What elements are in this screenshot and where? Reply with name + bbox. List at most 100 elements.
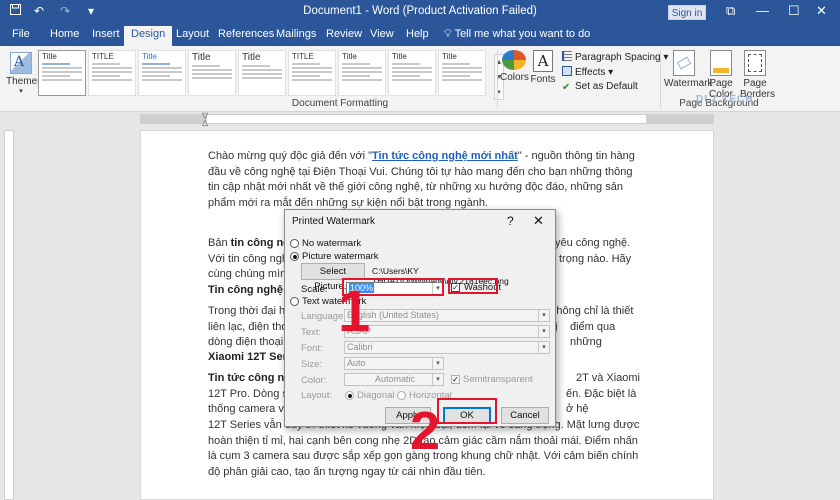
fonts-icon: A [533,50,553,72]
chevron-down-icon: ▾ [538,342,549,353]
ribbon-tabs: File Home Insert Design Layout Reference… [0,24,840,46]
close-icon[interactable]: ✕ [816,3,827,19]
picture-watermark-radio[interactable] [290,252,299,261]
cancel-button[interactable]: Cancel [501,407,549,424]
set-as-default-button[interactable]: ✔ Set as Default [562,81,638,93]
tab-home[interactable]: Home [50,28,79,40]
watermark-button[interactable]: Watermark [664,50,713,89]
indent-marker-icon[interactable]: ▽ △ [202,112,210,127]
text-select[interactable]: ASAP ▾ [344,325,550,338]
style-set-item[interactable]: Title [38,50,86,96]
vertical-ruler[interactable] [4,130,14,500]
style-set-title: Title [342,52,357,61]
chevron-down-icon: ▾ [432,358,443,369]
style-set-item[interactable]: TITLE [88,50,136,96]
sign-in-button[interactable]: Sign in [668,5,706,20]
title-bar: ↶ ↷ ▾ Document1 - Word (Product Activati… [0,0,840,24]
minimize-icon[interactable]: — [756,3,769,18]
style-set-title: Title [242,52,261,63]
paragraph-intro: Chào mừng quý độc giả đến với "Tin tức c… [208,150,635,209]
style-set-gallery: Title TITLE Title Title Title TITLE Titl… [38,50,504,100]
style-set-title: Title [192,52,211,63]
chevron-down-icon: ▾ [538,310,549,321]
step-1-label: 1 [338,279,371,344]
style-set-title: Title [42,52,57,61]
close-icon[interactable]: ✕ [533,213,544,229]
semitransparent-checkbox[interactable]: ✓ [451,375,460,384]
style-set-title: TITLE [292,52,314,61]
horizontal-radio[interactable] [397,391,406,400]
horizontal-ruler[interactable]: ▽ △ [0,112,840,127]
style-set-title: Title [392,52,407,61]
style-set-item[interactable]: Title [138,50,186,96]
hyperlink[interactable]: Tin tức công nghệ mới nhất [372,150,518,162]
no-watermark-radio[interactable] [290,239,299,248]
font-label: Font: [301,343,323,354]
tab-design[interactable]: Design [124,26,173,46]
semitransparent-label: Semitransparent [463,374,533,385]
maximize-icon[interactable]: ☐ [788,3,800,19]
page-borders-button[interactable]: Page Borders [740,50,775,100]
tell-me-search[interactable]: 💡︎ Tell me what you want to do [444,28,590,41]
tab-layout[interactable]: Layout [176,28,209,40]
themes-icon [10,52,32,74]
size-select[interactable]: Auto ▾ [344,357,444,370]
tab-file[interactable]: File [12,28,30,40]
style-set-item[interactable]: Title [338,50,386,96]
no-watermark-label: No watermark [302,238,362,249]
printed-watermark-dialog: Printed Watermark ? ✕ No watermark Pictu… [284,209,556,427]
text-watermark-radio[interactable] [290,297,299,306]
tab-references[interactable]: References [218,28,274,40]
scale-label: Scale: [301,284,328,295]
ribbon-design: Themes ▾ Title TITLE Title Title Title T… [0,46,840,112]
ribbon-display-options-icon[interactable]: ⧉ [726,3,735,19]
fonts-label: Fonts [530,74,556,85]
chevron-down-icon: ▾ [432,374,443,385]
font-select[interactable]: Calibri ▾ [344,341,550,354]
language-select[interactable]: English (United States) ▾ [344,309,550,322]
dialog-title: Printed Watermark [292,216,375,227]
style-set-item[interactable]: Title [238,50,286,96]
tab-view[interactable]: View [370,28,394,40]
colors-icon [502,50,526,70]
effects-button[interactable]: Effects ▾ [562,66,613,78]
text-label: Text: [301,327,322,338]
style-set-title: Title [142,52,157,61]
watermark-icon [673,50,695,76]
lightbulb-icon: 💡︎ [444,28,452,40]
tab-help[interactable]: Help [406,28,429,40]
color-select[interactable]: Automatic ▾ [344,373,444,386]
page-color-icon [710,50,732,76]
tab-mailings[interactable]: Mailings [276,28,316,40]
diagonal-label: Diagonal [357,390,395,401]
brand-watermark: DLZ TECH [696,94,754,105]
style-set-item[interactable]: Title [438,50,486,96]
document-formatting-group-label: Document Formatting [291,98,389,109]
step-2-label: 2 [410,401,441,461]
tab-review[interactable]: Review [326,28,362,40]
style-set-title: Title [442,52,457,61]
picture-watermark-label: Picture watermark [302,251,379,262]
paragraph-spacing-button[interactable]: Paragraph Spacing ▾ [562,51,668,63]
style-set-title: TITLE [92,52,114,61]
style-set-item[interactable]: Title [388,50,436,96]
themes-button[interactable]: Themes ▾ [6,52,42,95]
effects-icon [562,66,572,76]
color-label: Color: [301,375,327,386]
page-borders-icon [744,50,766,76]
style-set-item[interactable]: TITLE [288,50,336,96]
chevron-down-icon: ▾ [19,88,23,95]
tab-insert[interactable]: Insert [92,28,120,40]
fonts-button[interactable]: A Fonts [530,50,556,85]
colors-label: Colors [500,72,529,83]
page-color-button[interactable]: Page Color [706,50,736,100]
chevron-down-icon: ▾ [538,326,549,337]
tell-me-label: Tell me what you want to do [454,28,591,40]
diagonal-radio[interactable] [345,391,354,400]
chevron-down-icon: ▾ [608,67,614,78]
style-set-item[interactable]: Title [188,50,236,96]
highlight-washout-box [448,278,498,294]
checkmark-icon: ✔ [562,82,571,93]
colors-button[interactable]: Colors [500,50,529,83]
help-icon[interactable]: ? [507,214,514,228]
